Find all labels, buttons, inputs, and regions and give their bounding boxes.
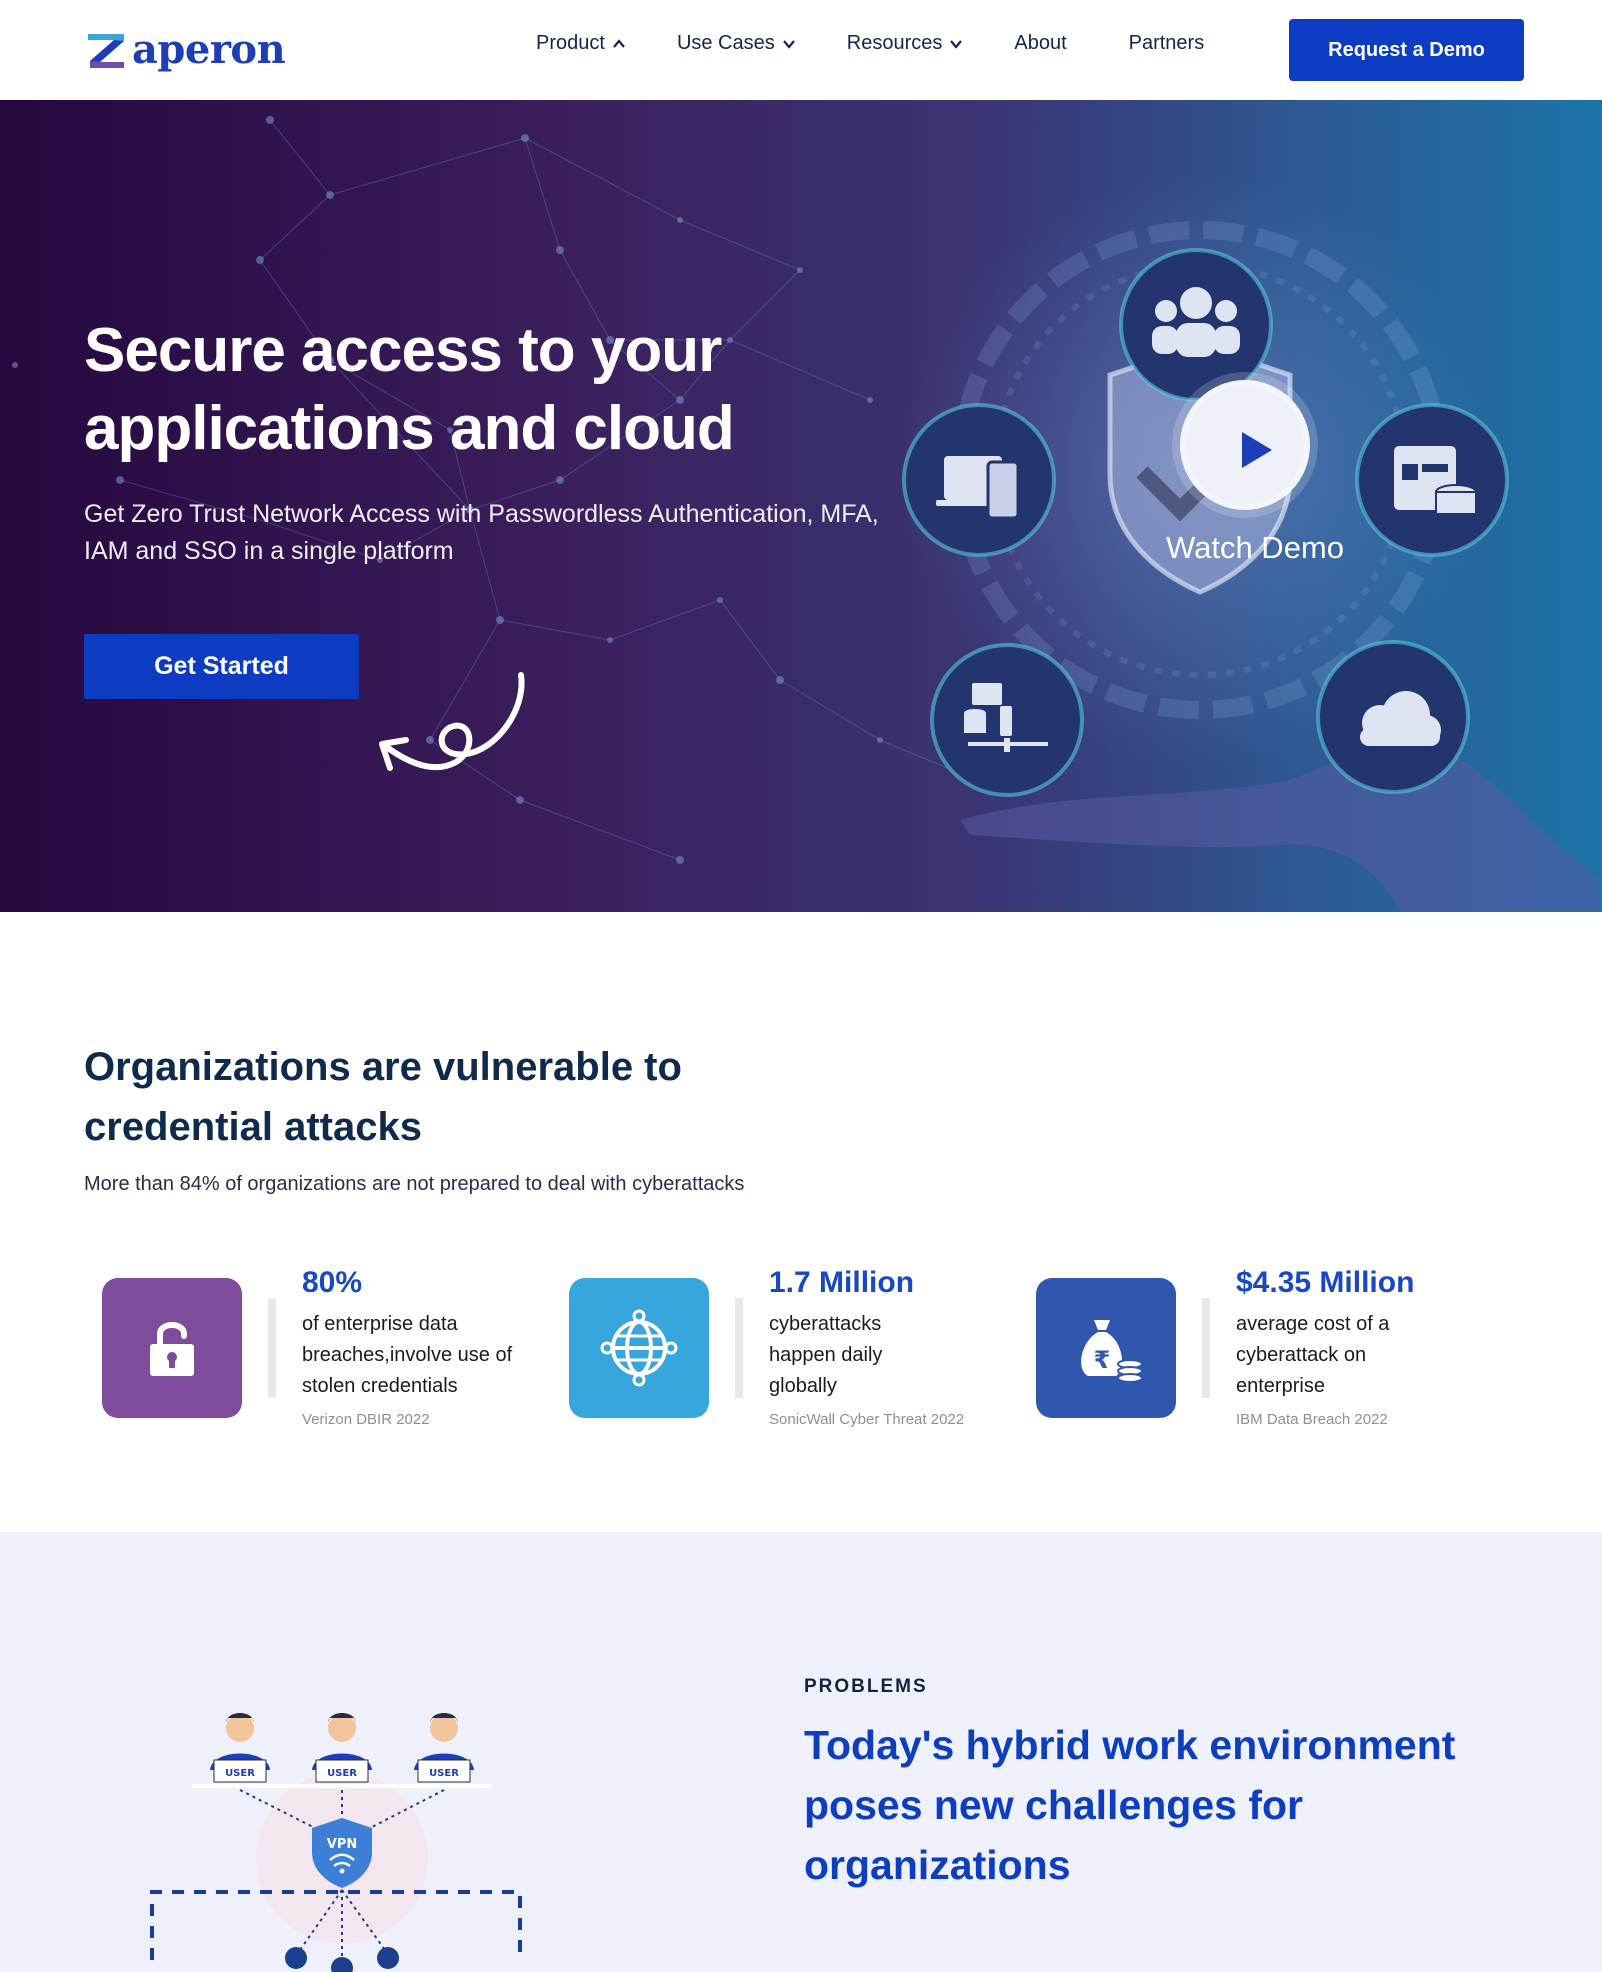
padlock-icon [150,1322,194,1376]
main-nav: Product Use Cases Resources About Partne… [536,32,1204,55]
stat-description: cyberattacks happen daily globally [769,1313,883,1397]
stat-value: 1.7 Million [769,1266,915,1299]
hero-title: Secure access to your applications and c… [84,316,735,463]
hero-section: Secure access to your applications and c… [0,100,1602,912]
site-header: aperon Product Use Cases Resources About… [0,0,1602,100]
nav-about[interactable]: About [1014,32,1066,55]
play-icon [1242,432,1272,468]
stat-source: SonicWall Cyber Threat 2022 [769,1411,965,1428]
stat-value: 80% [302,1266,363,1299]
user-figure-icon: USER [312,1713,372,1783]
problems-heading: Today's hybrid work environment poses ne… [804,1722,1456,1888]
chevron-up-icon [613,38,625,48]
stat-source: Verizon DBIR 2022 [302,1411,430,1428]
vpn-label: VPN [327,1837,357,1852]
problems-eyebrow: PROBLEMS [804,1676,928,1697]
nav-use-cases-label: Use Cases [676,32,775,54]
stat-source: IBM Data Breach 2022 [1236,1411,1388,1428]
nav-partners[interactable]: Partners [1129,32,1205,55]
hybrid-work-vpn-illustration: USER USER USER VPN [150,1713,522,1972]
stat-description: of enterprise data breaches,involve use … [302,1313,513,1397]
curly-arrow-icon [379,672,525,771]
hero-subtitle: Get Zero Trust Network Access with Passw… [84,500,879,565]
stat-divider [735,1298,743,1398]
request-demo-button[interactable]: Request a Demo [1289,19,1524,81]
stat-icon-tile: ₹ [1036,1278,1176,1418]
money-bag-icon: ₹ [1081,1320,1143,1383]
zero-trust-visual [900,170,1600,912]
get-started-button[interactable]: Get Started [84,634,359,699]
stat-divider [1202,1298,1210,1398]
nav-partners-label: Partners [1128,32,1205,54]
nav-product[interactable]: Product [536,32,627,55]
key-icon [285,1947,399,1972]
nav-use-cases[interactable]: Use Cases [677,32,797,55]
chevron-down-icon [782,39,795,49]
nav-about-label: About [1014,32,1067,54]
stat-description: average cost of a cyberattack on enterpr… [1236,1313,1390,1397]
chevron-down-icon [950,39,963,49]
stat-divider [268,1298,276,1398]
nav-product-label: Product [536,32,605,54]
user-figure-icon: USER [210,1713,270,1783]
svg-text:₹: ₹ [1094,1346,1111,1374]
watch-demo-label[interactable]: Watch Demo [1130,530,1380,566]
watch-demo-play-button[interactable] [1180,380,1310,510]
user-figure-icon: USER [414,1713,474,1783]
stat-icon-tile [102,1278,242,1418]
logo[interactable]: aperon [84,24,286,74]
user-label: USER [225,1768,255,1779]
stats-heading: Organizations are vulnerable to credenti… [84,1045,682,1149]
nav-resources[interactable]: Resources [847,32,965,55]
stat-icon-tile [569,1278,709,1418]
zaperon-logo-icon [88,34,124,68]
user-label: USER [429,1768,459,1779]
globe-icon [600,1309,678,1387]
nav-resources-label: Resources [846,32,943,54]
stats-subtitle: More than 84% of organizations are not p… [84,1173,745,1195]
stat-value: $4.35 Million [1236,1266,1415,1299]
logo-text: aperon [132,25,286,73]
user-label: USER [327,1768,357,1779]
